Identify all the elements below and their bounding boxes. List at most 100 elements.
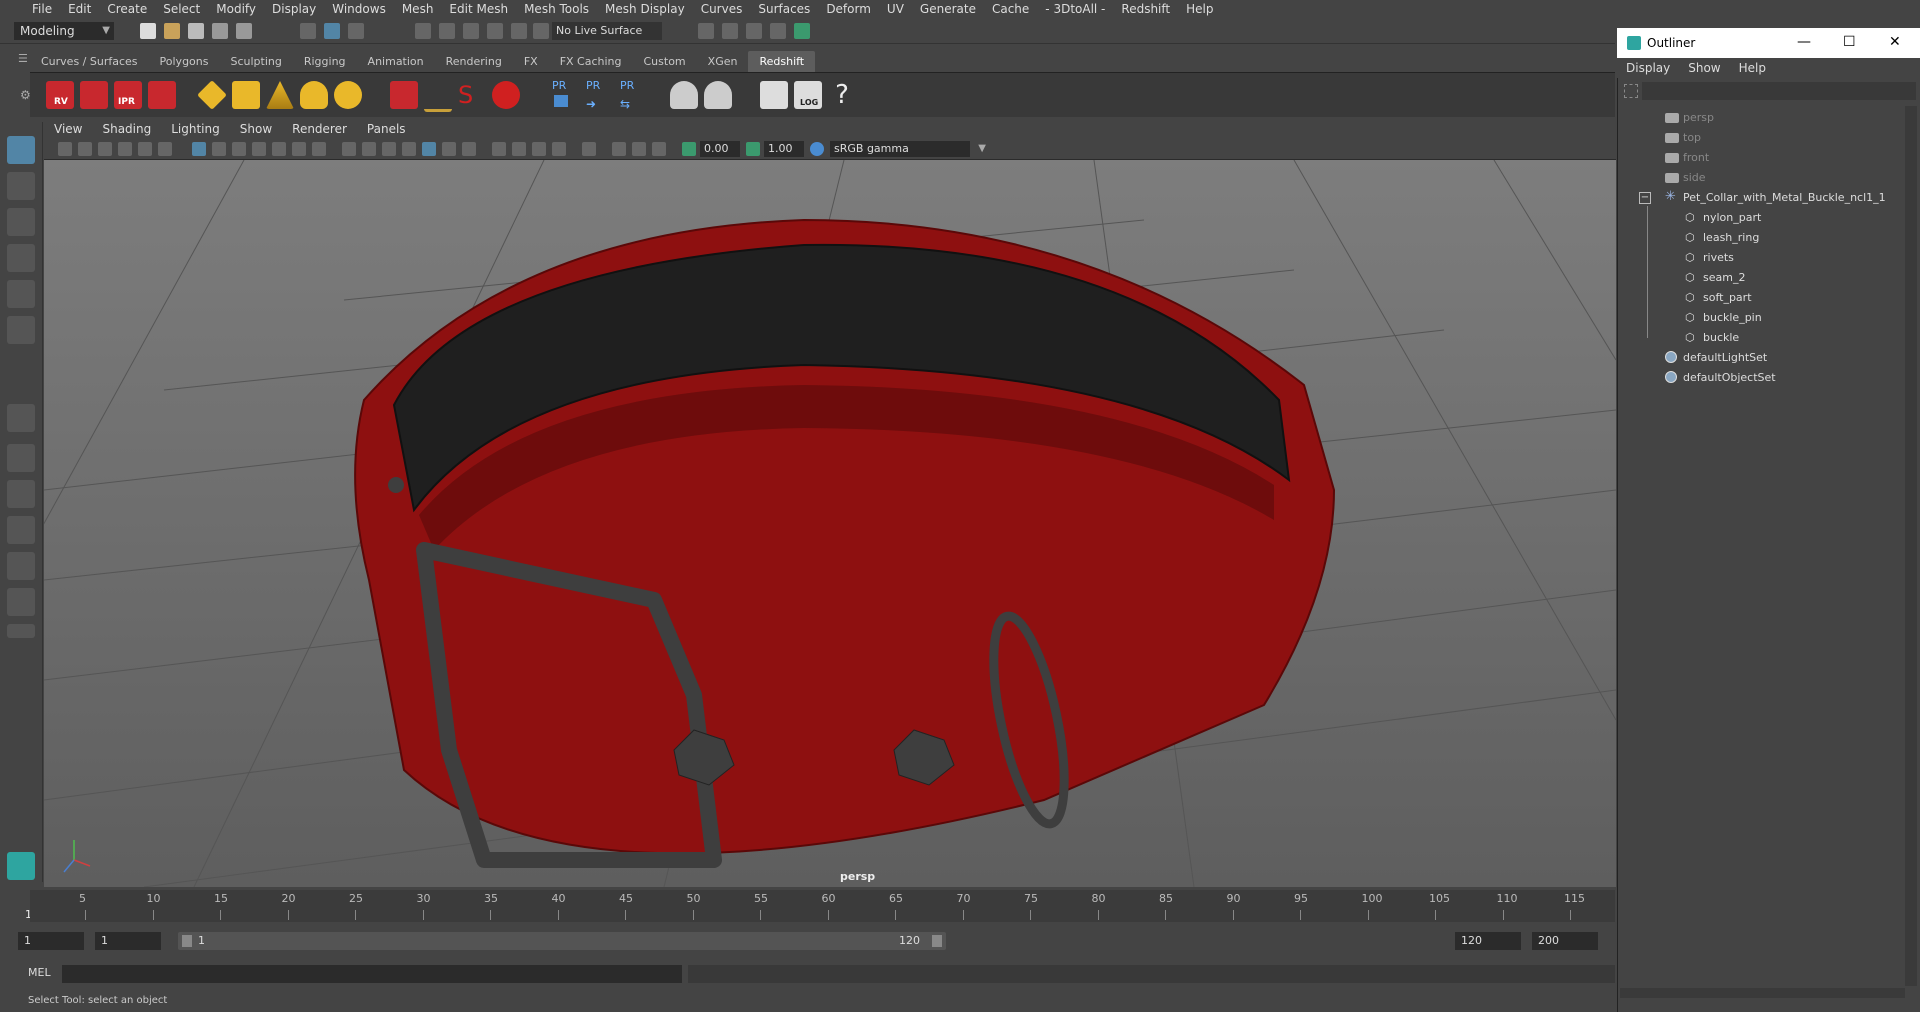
tab-polygons[interactable]: Polygons [149,51,220,72]
snap-view-icon[interactable] [487,23,503,39]
list-item[interactable]: side [1617,168,1907,188]
redshift-help-icon[interactable]: ? [828,81,856,109]
undo-icon[interactable] [212,23,228,39]
list-item[interactable]: ⬡ seam_2 [1617,268,1907,288]
redshift-bowl-icon[interactable] [670,81,698,109]
hypershade-icon[interactable] [770,23,786,39]
redshift-spot-light-icon[interactable] [266,81,294,109]
playback-end-field[interactable]: 120 [1455,932,1521,950]
isolate-select-icon[interactable] [582,142,596,156]
redshift-material-sphere-icon[interactable] [492,81,520,109]
outliner-menu-display[interactable]: Display [1617,61,1679,75]
viewport-persp[interactable] [44,160,1616,887]
tab-redshift[interactable]: Redshift [748,51,816,72]
panel-menu-show[interactable]: Show [230,122,282,136]
grease-pencil-icon[interactable] [158,142,172,156]
close-icon[interactable]: ✕ [1889,34,1901,50]
safe-action-icon[interactable] [292,142,306,156]
menu-create[interactable]: Create [99,2,155,16]
anti-aliasing-icon[interactable] [532,142,546,156]
list-item[interactable]: defaultLightSet [1617,348,1907,368]
menu-mesh-display[interactable]: Mesh Display [597,2,693,16]
uv-layout-icon[interactable] [7,588,35,616]
select-hierarchy-icon[interactable] [300,23,316,39]
image-plane-icon[interactable] [118,142,132,156]
menu-mesh[interactable]: Mesh [394,2,442,16]
panel-menu-lighting[interactable]: Lighting [161,122,230,136]
menu-help[interactable]: Help [1178,2,1221,16]
outliner-search-input[interactable] [1642,82,1916,100]
list-item[interactable]: ⬡ buckle_pin [1617,308,1907,328]
list-item[interactable]: persp [1617,108,1907,128]
two-d-pan-icon[interactable] [138,142,152,156]
shadows-icon[interactable] [462,142,476,156]
gamma-icon[interactable] [746,142,760,156]
redo-icon[interactable] [236,23,252,39]
tab-fx-caching[interactable]: FX Caching [549,51,633,72]
redshift-portal-light-icon[interactable] [232,81,260,109]
list-item[interactable]: ⬡ leash_ring [1617,228,1907,248]
color-management-icon[interactable] [810,142,824,156]
redshift-dome-light-icon[interactable] [300,81,328,109]
menu-generate[interactable]: Generate [912,2,984,16]
xray-components-icon[interactable] [652,142,666,156]
exposure-icon[interactable] [682,142,696,156]
select-component-icon[interactable] [348,23,364,39]
motion-blur-icon[interactable] [512,142,526,156]
tab-rigging[interactable]: Rigging [293,51,357,72]
panel-menu-view[interactable]: View [44,122,92,136]
filter-icon[interactable] [1624,84,1638,98]
menu-cache[interactable]: Cache [984,2,1037,16]
live-surface-field[interactable]: No Live Surface [552,22,662,40]
redshift-sun-light-icon[interactable] [334,81,362,109]
wireframe-icon[interactable] [342,142,356,156]
safe-title-icon[interactable] [312,142,326,156]
list-item[interactable]: top [1617,128,1907,148]
collapse-icon[interactable]: − [1639,192,1651,204]
menu-file[interactable]: File [24,2,60,16]
move-tool-icon[interactable] [7,244,35,272]
list-item[interactable]: − ✳ Pet_Collar_with_Metal_Buckle_ncl1_1 [1617,188,1907,208]
menu-uv[interactable]: UV [879,2,912,16]
wireframe-on-shaded-icon[interactable] [382,142,396,156]
menu-select[interactable]: Select [155,2,208,16]
outliner-menu-show[interactable]: Show [1679,61,1729,75]
hypershade-layout-icon[interactable] [7,552,35,580]
outliner-vertical-scrollbar[interactable] [1905,106,1917,986]
menu-surfaces[interactable]: Surfaces [750,2,818,16]
maximize-icon[interactable]: ☐ [1843,34,1856,50]
menu-mesh-tools[interactable]: Mesh Tools [516,2,597,16]
list-item[interactable]: ⬡ soft_part [1617,288,1907,308]
list-item[interactable]: ⬡ buckle [1617,328,1907,348]
select-tool-icon[interactable] [7,136,35,164]
menu-deform[interactable]: Deform [818,2,879,16]
use-all-lights-icon[interactable] [442,142,456,156]
depth-of-field-icon[interactable] [552,142,566,156]
list-item[interactable]: front [1617,148,1907,168]
tab-custom[interactable]: Custom [633,51,697,72]
range-handle-right-icon[interactable] [932,935,942,947]
panel-menu-panels[interactable]: Panels [357,122,416,136]
redshift-pr-object-icon[interactable]: PR [548,79,576,109]
field-chart-icon[interactable] [272,142,286,156]
playback-start-field[interactable]: 1 [95,932,161,950]
camera-attributes-icon[interactable] [78,142,92,156]
outliner-menu-help[interactable]: Help [1730,61,1775,75]
tab-fx[interactable]: FX [513,51,549,72]
redshift-script-icon[interactable] [760,81,788,109]
lasso-tool-icon[interactable] [7,172,35,200]
persp-outliner-layout-icon[interactable] [7,480,35,508]
menu-edit[interactable]: Edit [60,2,99,16]
range-handle-left-icon[interactable] [182,935,192,947]
menu-curves[interactable]: Curves [693,2,751,16]
redshift-bowl-2-icon[interactable] [704,81,732,109]
list-item[interactable]: defaultObjectSet [1617,368,1907,388]
save-scene-icon[interactable] [188,23,204,39]
smooth-shade-icon[interactable] [362,142,376,156]
animation-start-field[interactable]: 1 [18,932,84,950]
menu-windows[interactable]: Windows [324,2,394,16]
paint-select-tool-icon[interactable] [7,208,35,236]
new-scene-icon[interactable] [140,23,156,39]
xray-joints-icon[interactable] [632,142,646,156]
menu-modify[interactable]: Modify [208,2,264,16]
